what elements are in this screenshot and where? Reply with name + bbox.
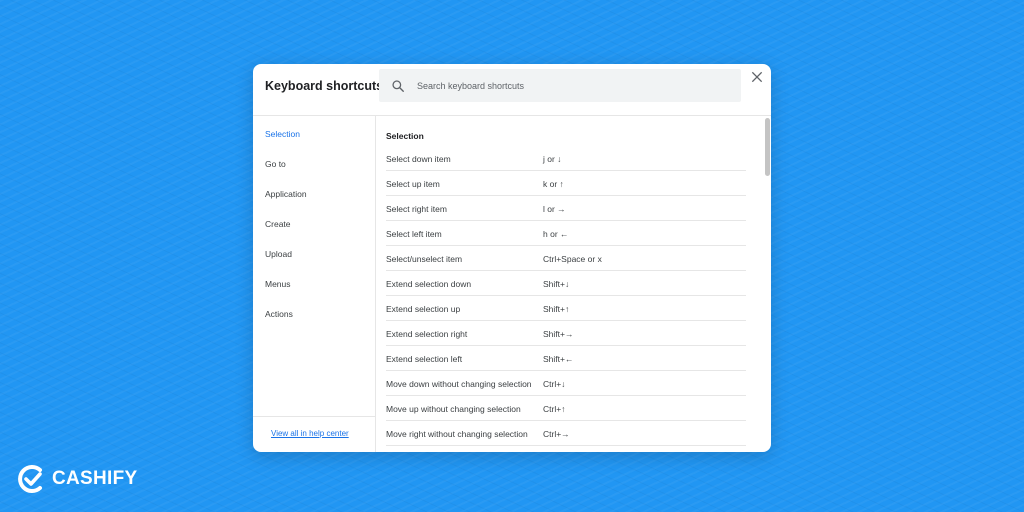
shortcut-row: Move right without changing selection Ct… [386, 421, 746, 446]
shortcut-keys: Shift+← [543, 354, 574, 364]
scrollbar[interactable] [763, 116, 771, 452]
dialog-title: Keyboard shortcuts [265, 79, 384, 93]
shortcut-row: Select left item h or ← [386, 221, 746, 246]
shortcut-row: Extend selection left Shift+← [386, 346, 746, 371]
shortcut-action: Select/unselect item [386, 254, 463, 264]
shortcut-row: Move down without changing selection Ctr… [386, 371, 746, 396]
sidebar: Selection Go to Application Create Uploa… [253, 116, 376, 452]
shortcut-keys: l or → [543, 204, 566, 214]
shortcut-row: Extend selection right Shift+→ [386, 321, 746, 346]
shortcut-action: Move up without changing selection [386, 404, 521, 414]
sidebar-footer: View all in help center [253, 416, 375, 452]
sidebar-item-create[interactable]: Create [265, 219, 291, 229]
shortcut-action: Extend selection down [386, 279, 472, 289]
shortcuts-list: Selection Select down item j or ↓ Select… [377, 116, 771, 452]
shortcut-keys: Ctrl+→ [543, 429, 570, 439]
dialog-header: Keyboard shortcuts [253, 64, 771, 116]
shortcut-action: Extend selection up [386, 304, 461, 314]
sidebar-item-go-to[interactable]: Go to [265, 159, 286, 169]
shortcut-keys: j or ↓ [543, 154, 562, 164]
shortcut-keys: Shift+↓ [543, 279, 570, 289]
sidebar-item-application[interactable]: Application [265, 189, 307, 199]
brand-name: CASHIFY [52, 468, 138, 489]
brand-logo: CASHIFY [16, 462, 138, 496]
shortcut-row: Extend selection up Shift+↑ [386, 296, 746, 321]
search-icon [392, 79, 404, 92]
search-input[interactable] [417, 80, 717, 91]
shortcut-keys: Shift+↑ [543, 304, 570, 314]
section-title: Selection [386, 131, 424, 141]
shortcut-action: Select up item [386, 179, 440, 189]
sidebar-item-menus[interactable]: Menus [265, 279, 291, 289]
sidebar-item-actions[interactable]: Actions [265, 309, 293, 319]
shortcut-row: Select up item k or ↑ [386, 171, 746, 196]
shortcut-keys: k or ↑ [543, 179, 564, 189]
shortcut-action: Select left item [386, 229, 442, 239]
shortcut-keys: Ctrl+↓ [543, 379, 566, 389]
shortcut-action: Select down item [386, 154, 451, 164]
shortcut-row: Select/unselect item Ctrl+Space or x [386, 246, 746, 271]
shortcut-action: Select right item [386, 204, 447, 214]
shortcut-action: Move right without changing selection [386, 429, 528, 439]
shortcut-action: Extend selection left [386, 354, 463, 364]
keyboard-shortcuts-dialog: Keyboard shortcuts Selection Go to Appli… [253, 64, 771, 452]
sidebar-item-upload[interactable]: Upload [265, 249, 292, 259]
shortcut-keys: Shift+→ [543, 329, 574, 339]
help-center-link[interactable]: View all in help center [271, 429, 349, 438]
sidebar-item-selection[interactable]: Selection [265, 129, 300, 139]
shortcut-row: Select down item j or ↓ [386, 146, 746, 171]
shortcut-action: Move down without changing selection [386, 379, 532, 389]
shortcut-row: Move up without changing selection Ctrl+… [386, 396, 746, 421]
shortcut-keys: Ctrl+↑ [543, 404, 566, 414]
shortcut-row: Extend selection down Shift+↓ [386, 271, 746, 296]
search-box[interactable] [379, 69, 741, 102]
close-icon[interactable] [749, 69, 765, 85]
shortcut-keys: h or ← [543, 229, 569, 239]
cashify-logo-icon [18, 465, 42, 493]
shortcut-action: Extend selection right [386, 329, 468, 339]
shortcut-row: Select right item l or → [386, 196, 746, 221]
scrollbar-thumb[interactable] [765, 118, 770, 176]
shortcut-keys: Ctrl+Space or x [543, 254, 602, 264]
